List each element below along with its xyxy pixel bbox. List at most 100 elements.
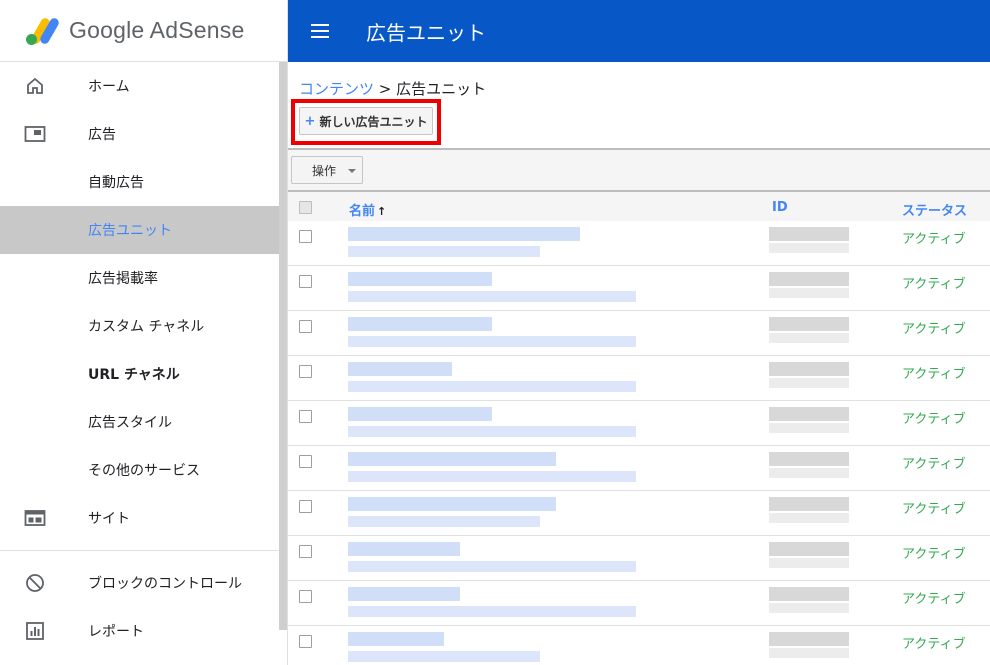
column-name-label: 名前 [349, 204, 376, 219]
redacted-unit-size [348, 651, 540, 662]
row-checkbox[interactable] [299, 545, 312, 558]
sidebar-scrollbar[interactable] [279, 62, 287, 630]
row-checkbox[interactable] [299, 230, 312, 243]
sidebar-item-reports[interactable]: レポート [0, 607, 287, 655]
sidebar-item-ad-units[interactable]: 広告ユニット [0, 206, 287, 254]
redacted-unit-name[interactable] [348, 317, 492, 331]
redacted-unit-name[interactable] [348, 407, 492, 421]
row-checkbox[interactable] [299, 275, 312, 288]
sidebar-item-home[interactable]: ホーム [0, 62, 287, 110]
sidebar: Google AdSense ホーム 広告 自動広告 広告ユニット 広告掲載率 … [0, 0, 288, 665]
breadcrumb: コンテンツ > 広告ユニット [299, 78, 486, 99]
row-checkbox[interactable] [299, 590, 312, 603]
table-toolbar: 操作 [288, 148, 990, 192]
table-row: アクティブ [288, 311, 990, 356]
column-header-status[interactable]: ステータス [902, 200, 967, 219]
status-badge: アクティブ [902, 232, 966, 247]
status-badge: アクティブ [902, 637, 966, 652]
home-icon [24, 75, 46, 97]
redacted-unit-id-sub [769, 333, 849, 343]
breadcrumb-separator: > [378, 80, 392, 98]
redacted-unit-id [769, 317, 849, 331]
row-checkbox[interactable] [299, 455, 312, 468]
sidebar-item-ad-styles[interactable]: 広告スタイル [0, 398, 287, 446]
redacted-unit-id-sub [769, 558, 849, 568]
redacted-unit-name[interactable] [348, 227, 580, 241]
redacted-unit-id-sub [769, 288, 849, 298]
top-app-bar: 広告ユニット [288, 0, 990, 62]
sidebar-item-auto-ads[interactable]: 自動広告 [0, 158, 287, 206]
operations-label: 操作 [312, 163, 337, 178]
redacted-unit-name[interactable] [348, 542, 460, 556]
redacted-unit-size [348, 606, 636, 617]
sidebar-nav: ホーム 広告 自動広告 広告ユニット 広告掲載率 カスタム チャネル URL チ… [0, 62, 287, 542]
sidebar-item-other-services[interactable]: その他のサービス [0, 446, 287, 494]
sidebar-item-label: 広告スタイル [88, 415, 172, 431]
sidebar-item-label: 広告 [88, 127, 116, 143]
hamburger-menu-button[interactable] [288, 0, 352, 62]
breadcrumb-link-content[interactable]: コンテンツ [299, 80, 374, 98]
status-badge: アクティブ [902, 592, 966, 607]
table-row: アクティブ [288, 356, 990, 401]
status-badge: アクティブ [902, 412, 966, 427]
sidebar-item-label: ホーム [88, 79, 130, 95]
row-checkbox[interactable] [299, 320, 312, 333]
breadcrumb-current: 広告ユニット [396, 80, 487, 98]
new-ad-unit-label: 新しい広告ユニット [319, 114, 428, 129]
redacted-unit-id-sub [769, 378, 849, 388]
table-row: アクティブ [288, 446, 990, 491]
status-badge: アクティブ [902, 367, 966, 382]
table-row: アクティブ [288, 491, 990, 536]
sidebar-item-label: ブロックのコントロール [88, 576, 242, 592]
operations-dropdown[interactable]: 操作 [291, 156, 363, 184]
sidebar-item-ads[interactable]: 広告 [0, 110, 287, 158]
redacted-unit-id [769, 542, 849, 556]
sidebar-item-url-channels[interactable]: URL チャネル [0, 350, 287, 398]
menu-icon [311, 30, 329, 32]
table-row: アクティブ [288, 626, 990, 665]
redacted-unit-id [769, 227, 849, 241]
sidebar-item-label: 広告ユニット [88, 223, 172, 239]
redacted-unit-name[interactable] [348, 497, 556, 511]
redacted-unit-id-sub [769, 423, 849, 433]
block-icon [24, 572, 46, 594]
redacted-unit-size [348, 381, 636, 392]
new-ad-unit-button[interactable]: + 新しい広告ユニット [299, 107, 433, 135]
select-all-checkbox[interactable] [299, 201, 312, 214]
row-checkbox[interactable] [299, 410, 312, 423]
redacted-unit-size [348, 426, 636, 437]
redacted-unit-id [769, 587, 849, 601]
redacted-unit-name[interactable] [348, 452, 556, 466]
sidebar-item-custom-channels[interactable]: カスタム チャネル [0, 302, 287, 350]
status-badge: アクティブ [902, 502, 966, 517]
status-badge: アクティブ [902, 277, 966, 292]
redacted-unit-name[interactable] [348, 632, 444, 646]
row-checkbox[interactable] [299, 365, 312, 378]
redacted-unit-size [348, 246, 540, 257]
redacted-unit-id [769, 497, 849, 511]
logo-text: Google AdSense [69, 17, 245, 43]
redacted-unit-size [348, 561, 636, 572]
redacted-unit-name[interactable] [348, 272, 492, 286]
adsense-logo[interactable]: Google AdSense [0, 0, 287, 62]
sidebar-item-label: その他のサービス [88, 463, 200, 479]
column-header-id[interactable]: ID [772, 200, 788, 215]
redacted-unit-id-sub [769, 468, 849, 478]
sidebar-item-label: 広告掲載率 [88, 271, 158, 287]
table-row: アクティブ [288, 536, 990, 581]
table-header: 名前 ↑ ID ステータス [288, 192, 990, 221]
redacted-unit-name[interactable] [348, 587, 460, 601]
redacted-unit-name[interactable] [348, 362, 452, 376]
sidebar-item-ad-coverage[interactable]: 広告掲載率 [0, 254, 287, 302]
row-checkbox[interactable] [299, 635, 312, 648]
redacted-unit-id [769, 272, 849, 286]
table-row: アクティブ [288, 581, 990, 626]
sidebar-item-blocking-controls[interactable]: ブロックのコントロール [0, 559, 287, 607]
page-title: 広告ユニット [366, 20, 486, 45]
row-checkbox[interactable] [299, 500, 312, 513]
redacted-unit-id-sub [769, 603, 849, 613]
adsense-logo-icon [26, 16, 61, 45]
sidebar-item-sites[interactable]: サイト [0, 494, 287, 542]
column-header-name[interactable]: 名前 ↑ [349, 200, 386, 219]
redacted-unit-id [769, 362, 849, 376]
